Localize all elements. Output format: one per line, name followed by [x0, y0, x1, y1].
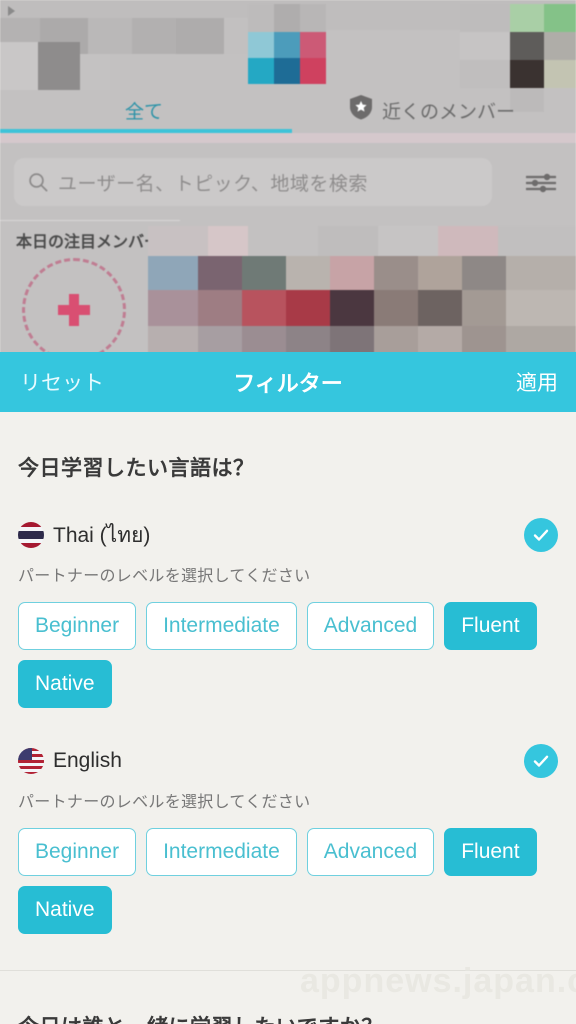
language-row-thai[interactable]: Thai (ไทย) [18, 518, 558, 552]
featured-members-label: 本日の注目メンバー [16, 234, 161, 251]
language-name-thai: Thai (ไทย) [53, 523, 151, 547]
filter-header: リセット フィルター 適用 [0, 352, 576, 412]
language-block-english: English パートナーのレベルを選択してください Beginner Inte… [18, 744, 558, 934]
background-app: ⚡ [0, 0, 576, 362]
level-chip-intermediate[interactable]: Intermediate [146, 602, 297, 650]
level-chip-native[interactable]: Native [18, 660, 112, 708]
play-arrow-icon [8, 6, 15, 16]
level-chip-native[interactable]: Native [18, 886, 112, 934]
language-block-thai: Thai (ไทย) パートナーのレベルを選択してください Beginner I… [18, 518, 558, 708]
level-chip-advanced[interactable]: Advanced [306, 828, 435, 876]
usa-flag-icon [18, 748, 44, 774]
language-section: 今日学習したい言語は？ Thai (ไทย) パートナーのレベルを選択してくださ… [0, 452, 576, 1024]
tab-nearby-label: 近くのメンバー [381, 101, 515, 123]
language-row-english[interactable]: English [18, 744, 558, 778]
section-divider [0, 220, 180, 221]
level-chip-beginner[interactable]: Beginner [18, 828, 137, 876]
censored-content-center [248, 4, 326, 84]
sliders-icon[interactable] [524, 170, 558, 196]
censored-featured-row [148, 226, 576, 360]
filter-title: フィルター [233, 371, 343, 396]
language-check-badge-thai[interactable] [524, 518, 558, 552]
censored-content-left-2 [0, 42, 80, 90]
level-chips-english: Beginner Intermediate Advanced Fluent Na… [18, 828, 538, 934]
apply-button[interactable]: 適用 [516, 367, 558, 397]
search-icon [28, 172, 48, 192]
tab-all[interactable]: 全て [0, 88, 288, 132]
tab-all-label: 全て [124, 101, 163, 123]
tab-nearby[interactable]: 近くのメンバー [288, 88, 576, 132]
app-root: ⚡ [0, 0, 576, 1024]
level-chip-fluent[interactable]: Fluent [444, 602, 537, 650]
language-hint-english: パートナーのレベルを選択してください [18, 794, 311, 811]
plus-icon [58, 294, 90, 326]
level-chips-thai: Beginner Intermediate Advanced Fluent Na… [18, 602, 538, 708]
language-section-title: 今日学習したい言語は？ [18, 457, 255, 480]
thailand-flag-icon [18, 522, 44, 548]
level-chip-fluent[interactable]: Fluent [444, 828, 537, 876]
search-input[interactable]: ユーザー名、トピック、地域を検索 [14, 158, 492, 206]
level-chip-advanced[interactable]: Advanced [306, 602, 435, 650]
language-name-english: English [53, 749, 122, 772]
level-chip-intermediate[interactable]: Intermediate [146, 828, 297, 876]
tab-bar: 全て 近くのメンバー [0, 88, 576, 132]
watermark: appnews.japan.com [300, 962, 576, 1000]
language-hint-thai: パートナーのレベルを選択してください [18, 568, 311, 585]
partner-section-title: 今日は誰と一緒に学習したいですか？ [18, 1011, 558, 1024]
language-check-badge-english[interactable] [524, 744, 558, 778]
filter-sheet: リセット フィルター 適用 今日学習したい言語は？ Thai (ไทย) パート… [0, 352, 576, 1024]
decorative-strip [0, 133, 576, 143]
level-chip-beginner[interactable]: Beginner [18, 602, 137, 650]
search-placeholder: ユーザー名、トピック、地域を検索 [58, 173, 368, 195]
shield-badge-icon [349, 94, 373, 126]
